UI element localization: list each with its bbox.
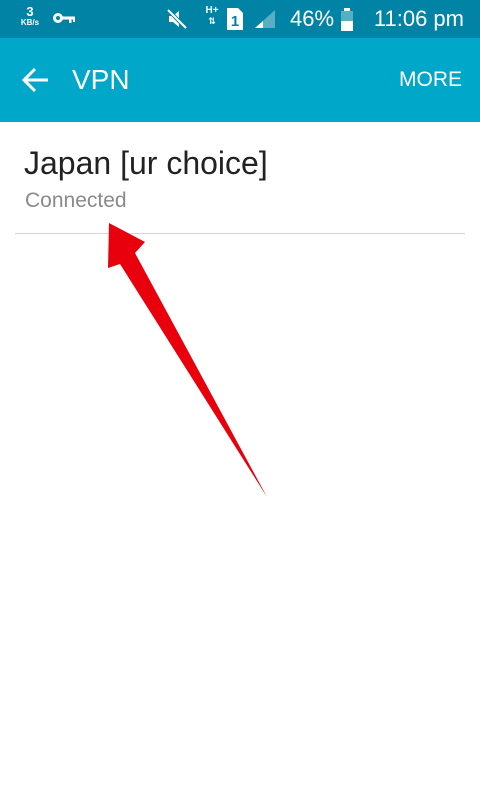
sim-icon: 1 bbox=[226, 7, 244, 36]
signal-icon bbox=[254, 9, 276, 34]
network-type-indicator: H+ ⇅ bbox=[203, 6, 221, 26]
list-divider bbox=[15, 233, 465, 234]
arrow-left-icon[interactable] bbox=[21, 67, 50, 98]
vpn-profile-item[interactable]: Japan [ur choice] Connected bbox=[0, 122, 480, 233]
status-bar: 3 KB/s H+ ⇅ 1 46% 11:06 pm bbox=[0, 0, 480, 38]
page-title: VPN bbox=[72, 64, 130, 95]
mute-icon bbox=[166, 8, 188, 35]
network-type-label: H+ bbox=[205, 5, 219, 16]
battery-percent: 46% bbox=[290, 6, 335, 31]
net-speed-unit: KB/s bbox=[20, 18, 40, 27]
status-clock: 11:06 pm bbox=[373, 6, 464, 31]
sim-slot-number: 1 bbox=[231, 13, 239, 30]
app-bar: VPN MORE bbox=[0, 38, 480, 122]
annotation-arrow-shape bbox=[108, 223, 267, 497]
vpn-profile-name: Japan [ur choice] bbox=[24, 145, 268, 181]
net-speed-value: 3 bbox=[26, 4, 34, 19]
data-activity-arrows: ⇅ bbox=[208, 16, 216, 26]
network-speed-indicator: 3 KB/s bbox=[17, 5, 43, 27]
more-button[interactable]: MORE bbox=[399, 38, 462, 122]
key-icon bbox=[52, 11, 76, 30]
vpn-connection-status: Connected bbox=[25, 189, 127, 212]
battery-icon bbox=[340, 8, 354, 37]
